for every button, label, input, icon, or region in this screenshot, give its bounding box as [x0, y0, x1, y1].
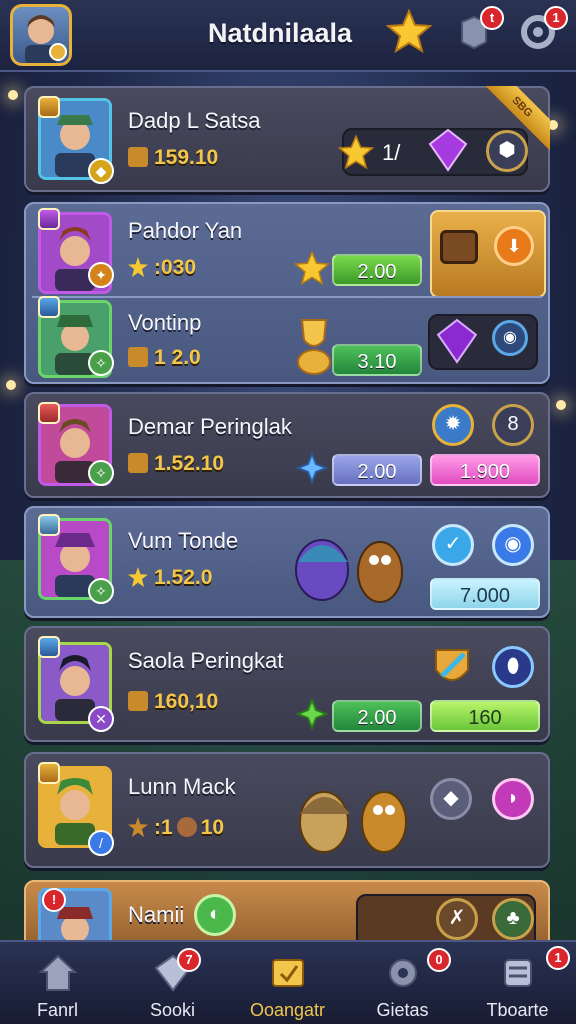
leaderboard-row[interactable]: ✧ Vum Tonde 1.52.0 ✓ ◉ 7.000 — [24, 506, 550, 618]
leaf-icon[interactable]: ♣ — [492, 898, 534, 940]
leaderboard-group: ✦ Pahdor Yan :030 2.00 ⬇ ✧ Vontinp 1 2.0… — [24, 202, 550, 384]
player-name: Saola Peringkat — [128, 648, 284, 673]
trophy-icon — [272, 959, 304, 987]
nav-home[interactable]: Fanrl — [0, 942, 115, 1024]
value-pill: 2.00 — [332, 454, 422, 486]
stat-value: 1/ — [382, 140, 401, 165]
nav-badge: 1 — [546, 946, 570, 970]
blue-badge-icon: / — [88, 830, 114, 856]
grey-shield-icon[interactable]: ◆ — [430, 778, 472, 820]
value-pill: 7.000 — [430, 578, 540, 610]
orange-coin-icon: ⬇ — [494, 226, 534, 266]
nav-social[interactable]: 7 Sooki — [115, 942, 230, 1024]
row-divider — [32, 296, 542, 298]
notification-badge: t — [480, 6, 504, 30]
settings-icon[interactable]: 1 — [518, 6, 568, 52]
reward-chest-panel[interactable]: ⬇ — [430, 210, 546, 298]
star-icon — [338, 134, 374, 170]
value-pill: 2.00 — [332, 254, 422, 286]
star-icon — [128, 567, 148, 587]
star-icon — [294, 250, 330, 286]
player-name: Namii — [128, 902, 185, 927]
leaderboard-row[interactable]: ✕ Saola Peringkat 160,10 ⬮ 2.00 160 — [24, 626, 550, 742]
player-score: 159.10 — [128, 146, 218, 170]
leaf-badge-icon: ✧ — [88, 350, 114, 376]
blue-check-icon[interactable]: ✓ — [432, 524, 474, 566]
magenta-orb-icon[interactable]: ◗ — [492, 778, 534, 820]
player-name: Pahdor Yan — [128, 218, 243, 243]
leaderboard-row[interactable]: ✧ Demar Peringlak 1.52.10 ✹ 8 2.00 1.900 — [24, 392, 550, 498]
player-score: :1 10 — [128, 816, 224, 840]
value-pill: 2.00 — [332, 700, 422, 732]
nav-settings[interactable]: 0 Gietas — [345, 942, 460, 1024]
sword-shield-icon[interactable] — [430, 644, 474, 692]
page-title: Natdnilaala — [207, 18, 353, 48]
player-score: 1.52.0 — [128, 566, 212, 590]
gear-icon — [389, 959, 417, 987]
player-name: Vum Tonde — [128, 528, 239, 553]
player-name: Demar Peringlak — [128, 414, 292, 439]
rank-badge-icon — [38, 208, 60, 230]
creature-pair-icon — [295, 539, 403, 603]
fire-badge-icon: ✦ — [88, 262, 114, 288]
player-score: 160,10 — [128, 690, 218, 714]
alert-badge: ! — [42, 888, 66, 912]
leaderboard-row[interactable]: / Lunn Mack :1 10 ◆ ◗ — [24, 752, 550, 868]
sword-icon[interactable]: ✗ — [436, 898, 478, 940]
trophy-icon — [128, 347, 148, 367]
blue-orb-icon[interactable]: ◉ — [492, 320, 528, 356]
rank-badge-icon — [38, 636, 60, 658]
green-gem-icon[interactable]: ⬮ — [492, 646, 534, 688]
gear-badge-icon[interactable]: ✹ — [432, 404, 474, 446]
nav-badge: 0 — [427, 948, 451, 972]
chest-icon — [440, 230, 478, 264]
player-name: Lunn Mack — [128, 774, 236, 799]
leaderboard-row[interactable]: SBG ◆ Dadp L Satsa 159.10 1/ ⬢ — [24, 86, 550, 192]
star-icon[interactable] — [386, 8, 432, 54]
top-bar: Natdnilaala t 1 — [0, 0, 576, 72]
player-name: Vontinp — [128, 310, 202, 335]
leaf-badge-icon: ✧ — [88, 460, 114, 486]
rank-badge-icon — [38, 96, 60, 118]
nav-board[interactable]: 1 Tboarte — [460, 942, 575, 1024]
home-icon — [38, 954, 78, 991]
green-orb-icon[interactable]: ◐ — [194, 894, 236, 936]
trophy-icon — [297, 319, 331, 375]
player-score: 1 2.0 — [128, 346, 201, 370]
shield-notification-icon[interactable]: t — [454, 6, 504, 52]
rank-badge-icon — [38, 762, 60, 784]
coin-badge-icon: ◆ — [88, 158, 114, 184]
trophy-icon — [128, 691, 148, 711]
value-pill: 3.10 — [332, 344, 422, 376]
player-score: :030 — [128, 256, 196, 280]
coin-icon — [176, 817, 197, 837]
blue-star-icon — [296, 452, 328, 484]
nav-badge: 7 — [177, 948, 201, 972]
settings-badge: 1 — [544, 6, 568, 30]
rank-badge-icon — [38, 296, 60, 318]
player-score: 1.52.10 — [128, 452, 224, 476]
purple-badge-icon: ✕ — [88, 706, 114, 732]
player-name: Dadp L Satsa — [128, 108, 261, 133]
nav-leaderboard[interactable]: Ooangatr — [230, 942, 345, 1024]
star-icon — [128, 257, 148, 277]
value-pill: 1.900 — [430, 454, 540, 486]
bottom-nav: Fanrl 7 Sooki Ooangatr 0 Gietas 1 Tboart… — [0, 940, 576, 1024]
blue-orb-icon[interactable]: ◉ — [492, 524, 534, 566]
purple-gem-icon[interactable] — [436, 318, 478, 364]
player-avatar[interactable] — [10, 4, 72, 66]
green-plus-icon — [296, 698, 328, 730]
creature-pair-icon — [299, 791, 407, 853]
value-pill: 160 — [430, 700, 540, 732]
star-icon — [128, 817, 148, 837]
trophy-icon — [128, 453, 148, 473]
trophy-icon — [128, 147, 148, 167]
purple-gem-icon[interactable] — [428, 128, 468, 172]
list-icon — [504, 959, 532, 987]
rank-badge-icon — [38, 514, 60, 536]
leaf-badge-icon: ✧ — [88, 578, 114, 604]
gold-shield-icon[interactable]: ⬢ — [486, 130, 528, 172]
ring-icon[interactable]: 8 — [492, 404, 534, 446]
rank-badge-icon — [38, 402, 60, 424]
